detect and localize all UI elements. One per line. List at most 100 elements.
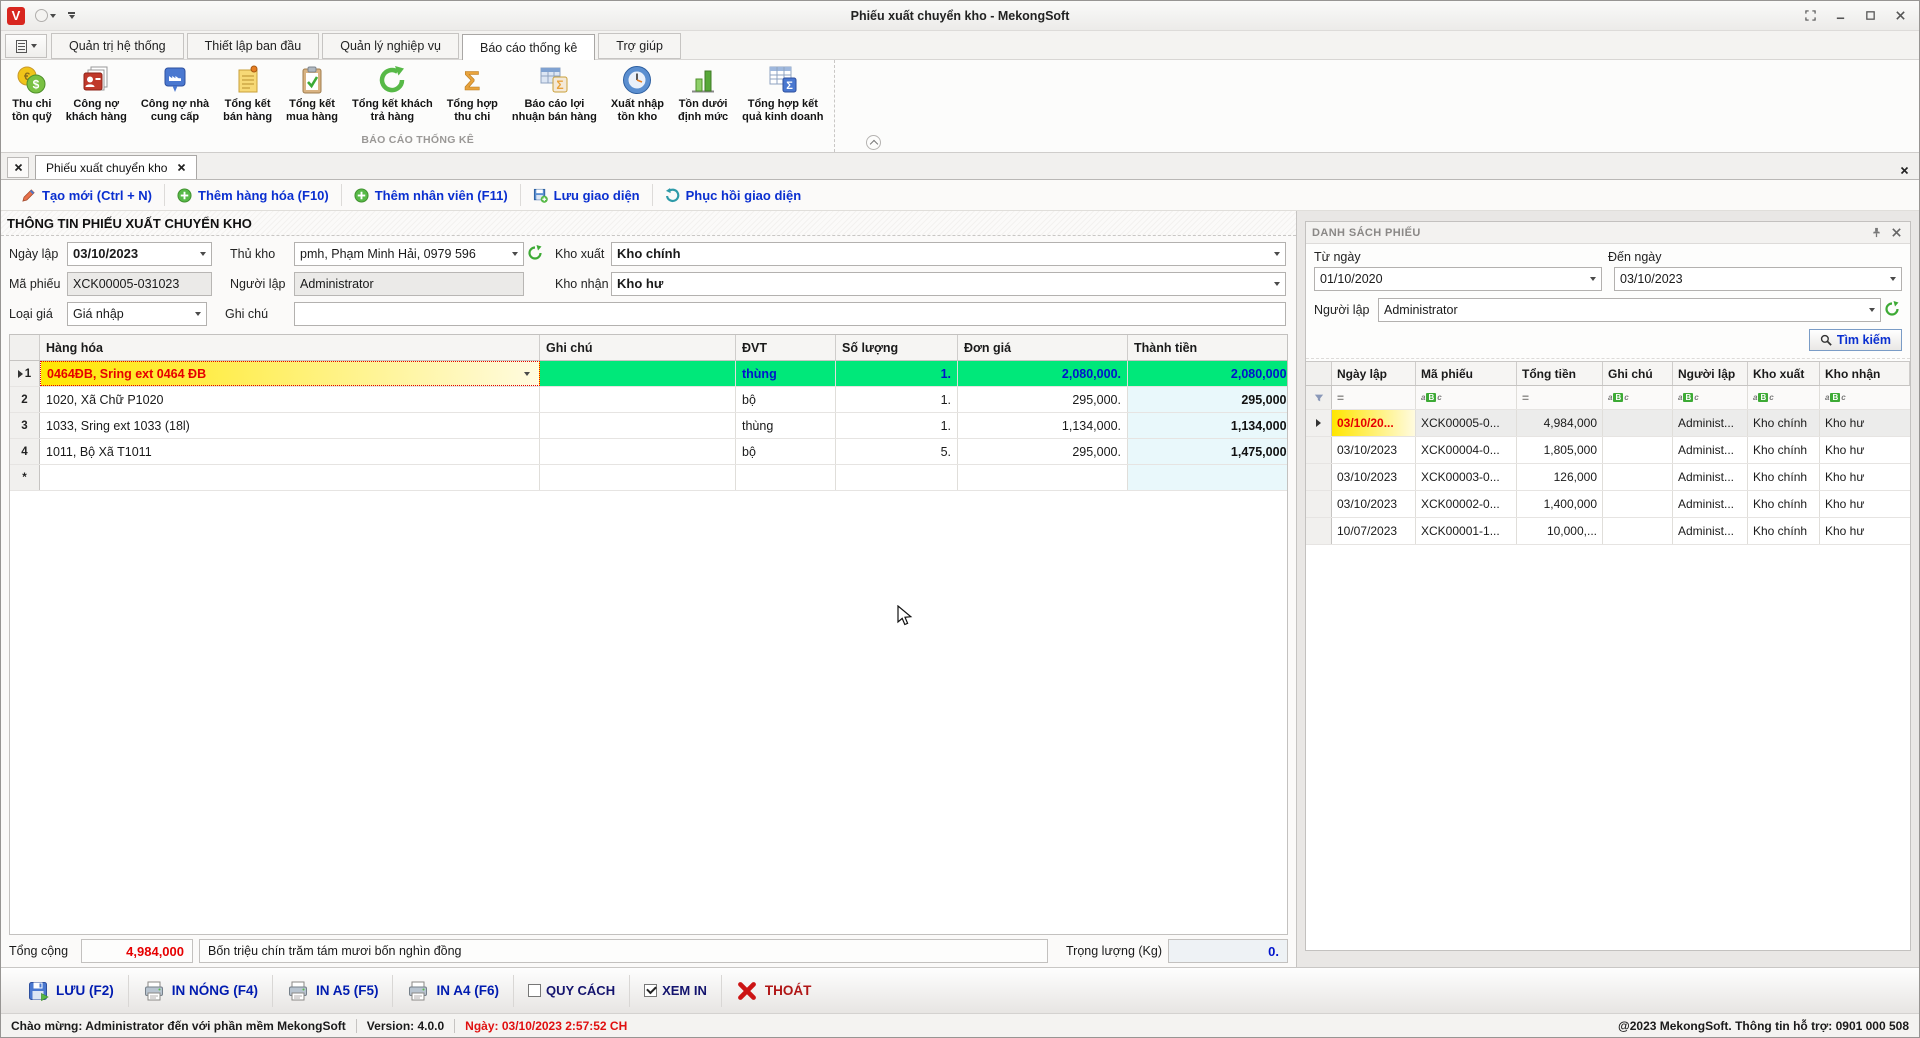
cell-nguoi-lap[interactable]: Administ... bbox=[1673, 518, 1748, 544]
cell-hang-hoa[interactable]: 1020, Xã Chữ P1020 bbox=[40, 387, 540, 412]
table-row[interactable]: 10/07/2023 XCK00001-1... 10,000,... Admi… bbox=[1306, 518, 1910, 545]
cell-tong-tien[interactable]: 10,000,... bbox=[1517, 518, 1603, 544]
column-header-ngay-lap[interactable]: Ngày lập bbox=[1332, 362, 1416, 385]
menu-tab-bao-cao-thong-ke[interactable]: Báo cáo thống kê bbox=[462, 34, 595, 61]
ribbon-collapse-button[interactable] bbox=[866, 135, 881, 150]
cell-so-luong[interactable]: 5. bbox=[836, 439, 958, 464]
toolbar-customize-button[interactable] bbox=[68, 12, 75, 19]
menu-tab-tro-giup[interactable]: Trợ giúp bbox=[598, 33, 681, 59]
cell-hang-hoa[interactable]: 0464ĐB, Sring ext 0464 ĐB bbox=[40, 361, 540, 386]
table-row[interactable]: 03/10/2023 XCK00004-0... 1,805,000 Admin… bbox=[1306, 437, 1910, 464]
den-ngay-dropdown[interactable]: 03/10/2023 bbox=[1614, 267, 1902, 291]
loai-gia-dropdown[interactable]: Giá nhập bbox=[67, 302, 207, 326]
close-panel-icon[interactable] bbox=[1888, 225, 1904, 241]
pin-icon[interactable] bbox=[1868, 225, 1884, 241]
cell-ngay-lap[interactable]: 10/07/2023 bbox=[1332, 518, 1416, 544]
column-header-nguoi-lap[interactable]: Người lập bbox=[1673, 362, 1748, 385]
ribbon-item-bao-cao-loi-nhuan-ban-hang[interactable]: Σ Báo cáo lợi nhuận bán hàng bbox=[505, 62, 604, 134]
kho-xuat-dropdown[interactable]: Kho chính bbox=[611, 242, 1286, 266]
tu-ngay-dropdown[interactable]: 01/10/2020 bbox=[1314, 267, 1602, 291]
column-header-kho-xuat[interactable]: Kho xuất bbox=[1748, 362, 1820, 385]
cell-ma-phieu[interactable]: XCK00001-1... bbox=[1416, 518, 1517, 544]
fullscreen-icon[interactable] bbox=[1797, 7, 1823, 25]
quick-access-button[interactable] bbox=[35, 9, 56, 22]
close-document-icon[interactable] bbox=[1900, 166, 1909, 175]
ribbon-item-cong-no-nha-cung-cap[interactable]: Công nợ nhà cung cấp bbox=[134, 62, 216, 134]
column-header-kho-nhan[interactable]: Kho nhận bbox=[1820, 362, 1910, 385]
cell-nguoi-lap[interactable]: Administ... bbox=[1673, 464, 1748, 490]
cell-ghi-chu[interactable] bbox=[1603, 464, 1673, 490]
cell-don-gia[interactable]: 295,000. bbox=[958, 439, 1128, 464]
quy-cach-checkbox[interactable]: QUY CÁCH bbox=[514, 975, 630, 1007]
xem-in-checkbox[interactable]: XEM IN bbox=[630, 975, 722, 1007]
cell-thanh-tien[interactable]: 1,475,000. bbox=[1128, 439, 1288, 464]
ribbon-item-tong-ket-mua-hang[interactable]: Tổng kết mua hàng bbox=[279, 62, 345, 134]
application-menu-button[interactable] bbox=[5, 34, 47, 58]
column-header-ghi-chu[interactable]: Ghi chú bbox=[1603, 362, 1673, 385]
cell-dvt[interactable]: thùng bbox=[736, 413, 836, 438]
cell-ngay-lap[interactable]: 03/10/2023 bbox=[1332, 437, 1416, 463]
cell-tong-tien[interactable]: 1,805,000 bbox=[1517, 437, 1603, 463]
cell-tong-tien[interactable]: 4,984,000 bbox=[1517, 410, 1603, 436]
cell-ngay-lap[interactable]: 03/10/20... bbox=[1332, 410, 1416, 436]
panel-nguoi-lap-dropdown[interactable]: Administrator bbox=[1378, 298, 1881, 322]
table-row[interactable]: 3 1033, Sring ext 1033 (18l) thùng 1. 1,… bbox=[10, 413, 1287, 439]
cell-tong-tien[interactable]: 1,400,000 bbox=[1517, 491, 1603, 517]
cell-hang-hoa[interactable]: 1033, Sring ext 1033 (18l) bbox=[40, 413, 540, 438]
column-header-ma-phieu[interactable]: Mã phiếu bbox=[1416, 362, 1517, 385]
cell-thanh-tien[interactable]: 1,134,000. bbox=[1128, 413, 1288, 438]
filter-cell-kho-xuat[interactable]: aBc bbox=[1748, 386, 1820, 409]
cell-kho-nhan[interactable]: Kho hư bbox=[1820, 518, 1910, 544]
cell-ghi-chu[interactable] bbox=[1603, 437, 1673, 463]
filter-cell-nguoi-lap[interactable]: aBc bbox=[1673, 386, 1748, 409]
pane-splitter[interactable] bbox=[1297, 211, 1305, 967]
cell-kho-xuat[interactable]: Kho chính bbox=[1748, 518, 1820, 544]
menu-tab-thiet-lap-ban-dau[interactable]: Thiết lập ban đầu bbox=[187, 33, 320, 59]
cell-tong-tien[interactable]: 126,000 bbox=[1517, 464, 1603, 490]
filter-cell-ghi-chu[interactable]: aBc bbox=[1603, 386, 1673, 409]
ribbon-item-thu-chi-ton-quy[interactable]: €$ Thu chi tồn quỹ bbox=[5, 62, 59, 134]
refresh-icon[interactable] bbox=[527, 245, 545, 263]
in-a5-f5-button[interactable]: IN A5 (F5) bbox=[273, 975, 394, 1007]
cell-dvt[interactable]: thùng bbox=[736, 361, 836, 386]
cell-kho-nhan[interactable]: Kho hư bbox=[1820, 491, 1910, 517]
cell-nguoi-lap[interactable]: Administ... bbox=[1673, 437, 1748, 463]
tab-phieu-xuat-chuyen-kho[interactable]: Phiếu xuất chuyển kho bbox=[35, 155, 197, 179]
in-nong-f4-button[interactable]: IN NÓNG (F4) bbox=[129, 975, 273, 1007]
cell-ghi-chu[interactable] bbox=[540, 361, 736, 386]
close-icon[interactable] bbox=[1887, 7, 1913, 25]
kho-nhan-dropdown[interactable]: Kho hư bbox=[611, 272, 1286, 296]
cell-ghi-chu[interactable] bbox=[540, 439, 736, 464]
cell-thanh-tien[interactable]: 295,000. bbox=[1128, 387, 1288, 412]
in-a4-f6-button[interactable]: IN A4 (F6) bbox=[393, 975, 514, 1007]
cell-ghi-chu[interactable] bbox=[540, 413, 736, 438]
cell-ma-phieu[interactable]: XCK00005-0... bbox=[1416, 410, 1517, 436]
column-header-tong-tien[interactable]: Tổng tiền bbox=[1517, 362, 1603, 385]
ribbon-item-cong-no-khach-hang[interactable]: Công nợ khách hàng bbox=[59, 62, 134, 134]
cell-kho-nhan[interactable]: Kho hư bbox=[1820, 464, 1910, 490]
menu-tab-quan-ly-nghiep-vu[interactable]: Quản lý nghiệp vụ bbox=[322, 33, 459, 59]
cell-nguoi-lap[interactable]: Administ... bbox=[1673, 410, 1748, 436]
cell-thanh-tien[interactable]: 2,080,000. bbox=[1128, 361, 1288, 386]
filter-cell-kho-nhan[interactable]: aBc bbox=[1820, 386, 1910, 409]
luu-giao-dien-button[interactable]: Lưu giao diện bbox=[521, 184, 653, 206]
maximize-icon[interactable] bbox=[1857, 7, 1883, 25]
table-row[interactable]: 03/10/2023 XCK00002-0... 1,400,000 Admin… bbox=[1306, 491, 1910, 518]
table-row[interactable]: 2 1020, Xã Chữ P1020 bộ 1. 295,000. 295,… bbox=[10, 387, 1287, 413]
column-header-thanh-tien[interactable]: Thành tiền bbox=[1128, 335, 1288, 360]
ghi-chu-input[interactable] bbox=[294, 302, 1286, 326]
ribbon-item-tong-ket-ban-hang[interactable]: Tổng kết bán hàng bbox=[216, 62, 279, 134]
cell-ghi-chu[interactable] bbox=[1603, 491, 1673, 517]
filter-cell-ngay-lap[interactable]: = bbox=[1332, 386, 1416, 409]
cell-kho-nhan[interactable]: Kho hư bbox=[1820, 437, 1910, 463]
cell-dvt[interactable]: bộ bbox=[736, 387, 836, 412]
ma-phieu-field[interactable]: XCK00005-031023 bbox=[67, 272, 212, 296]
cell-so-luong[interactable]: 1. bbox=[836, 387, 958, 412]
ngay-lap-dropdown[interactable]: 03/10/2023 bbox=[67, 242, 212, 266]
cell-kho-xuat[interactable]: Kho chính bbox=[1748, 464, 1820, 490]
them-hang-hoa-f10-button[interactable]: Thêm hàng hóa (F10) bbox=[165, 184, 342, 206]
cell-ma-phieu[interactable]: XCK00003-0... bbox=[1416, 464, 1517, 490]
cell-kho-nhan[interactable]: Kho hư bbox=[1820, 410, 1910, 436]
cell-don-gia[interactable]: 295,000. bbox=[958, 387, 1128, 412]
column-header-hang-hoa[interactable]: Hàng hóa bbox=[40, 335, 540, 360]
